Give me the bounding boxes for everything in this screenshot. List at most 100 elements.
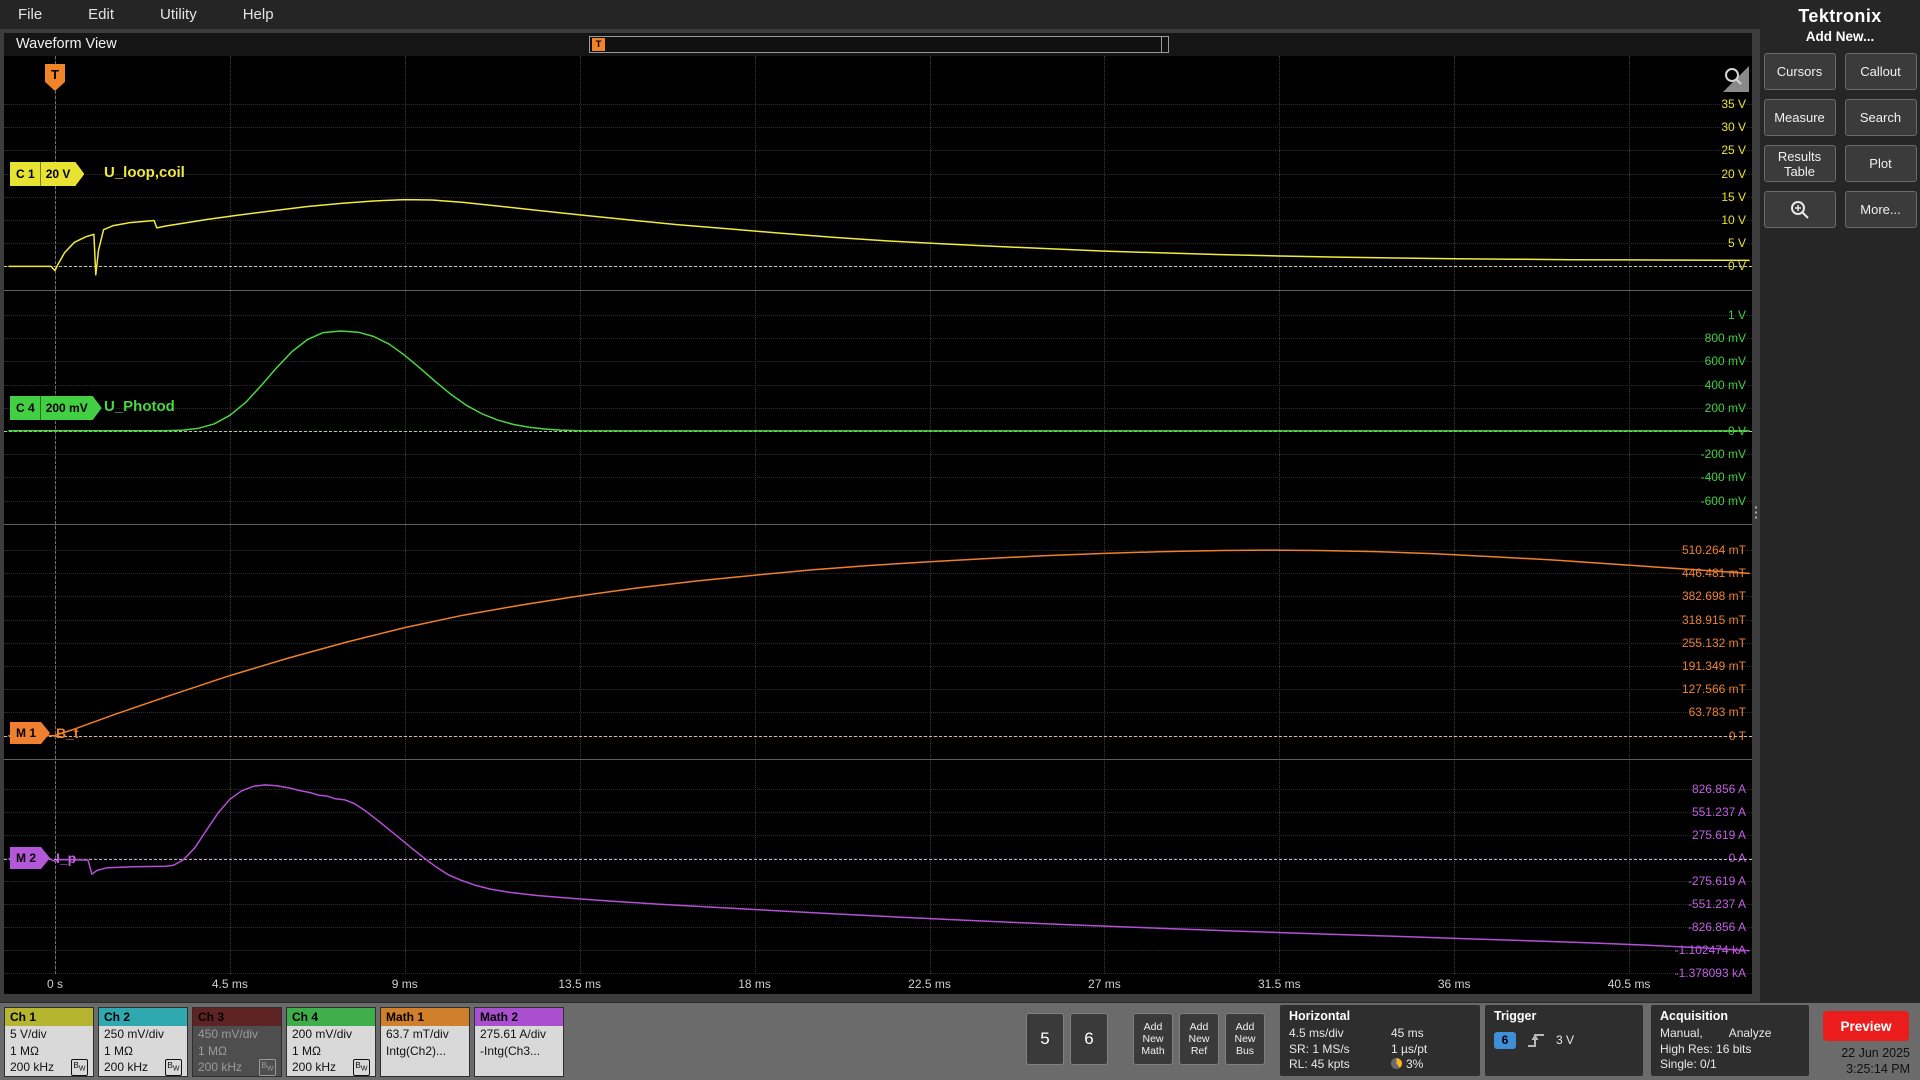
channel-badge-ch1[interactable]: Ch 15 V/div 1 MΩ 200 kHz BW: [4, 1007, 94, 1077]
menu-bar: File Edit Utility Help: [0, 0, 1760, 29]
badge-setting-row: -Intg(Ch3...: [475, 1043, 563, 1060]
channel-badge-math1[interactable]: Math 1 63.7 mT/div Intg(Ch2)...: [380, 1007, 470, 1077]
math2-id: M 2: [16, 851, 37, 865]
badge-setting-row: Intg(Ch2)...: [381, 1043, 469, 1060]
channel4-scale-badge[interactable]: C 4 200 mV: [10, 396, 102, 420]
badge-value: 1 MΩ: [292, 1043, 321, 1058]
channel-badge-ch4[interactable]: Ch 4 200 mV/div 1 MΩ 200 kHz BW: [286, 1007, 376, 1077]
magnifier-plus-icon: [1790, 200, 1809, 219]
channel-badge-strip: Ch 15 V/div 1 MΩ 200 kHz BW Ch 2 250 mV/div 1 …: [4, 1007, 564, 1077]
add-new-measure-button[interactable]: Measure: [1763, 99, 1836, 136]
badge-value: 275.61 A/div: [480, 1027, 547, 1041]
badge-value: 200 mV/div: [292, 1027, 353, 1041]
add-new-title: Add New...: [1805, 29, 1875, 44]
add-new-plot-button[interactable]: Plot: [1844, 145, 1917, 182]
badge-setting-row: 200 kHz BW: [193, 1059, 281, 1076]
badge-value: 5 V/div: [10, 1027, 47, 1041]
add-new-results-table-button[interactable]: Results Table: [1763, 145, 1836, 182]
preview-button[interactable]: Preview: [1823, 1011, 1909, 1041]
waveform-view-header: Waveform View T: [4, 33, 1752, 56]
badge-value: 1 MΩ: [10, 1043, 39, 1058]
badge-value: 250 mV/div: [104, 1027, 165, 1041]
channel1-waveform-label: U_loop,coil: [104, 164, 185, 181]
bottom-bar: Ch 15 V/div 1 MΩ 200 kHz BW Ch 2 250 mV/div 1 …: [0, 1002, 1920, 1080]
menu-file[interactable]: File: [18, 6, 42, 23]
add-new-button-grid: Cursors Callout Measure Search Results Table…: [1760, 53, 1920, 228]
datetime-display: 22 Jun 2025 3:25:14 PM: [1798, 1045, 1910, 1077]
channel-badge-label: Ch 4: [287, 1008, 375, 1026]
math1-id: M 1: [16, 726, 37, 740]
acquisition-mode: Manual,: [1660, 1026, 1703, 1040]
tektronix-logo: Tektronix: [1798, 6, 1882, 26]
math2-waveform-label: I_p: [56, 850, 77, 866]
badge-setting-row: 200 kHz BW: [5, 1059, 93, 1076]
acquisition-settings-panel[interactable]: Acquisition Manual, Analyze High Res: 16…: [1651, 1005, 1809, 1076]
badge-value: 63.7 mT/div: [386, 1027, 449, 1041]
channel-badge-label: Ch 2: [99, 1008, 187, 1026]
menu-help[interactable]: Help: [243, 6, 274, 23]
horizontal-settings-panel[interactable]: Horizontal 4.5 ms/div 45 ms SR: 1 MS/s 1 µ…: [1280, 1005, 1480, 1076]
add-new-bus-button[interactable]: Add New Bus: [1225, 1013, 1265, 1065]
badge-setting-row: 63.7 mT/div: [381, 1026, 469, 1043]
trigger-source-badge[interactable]: 6: [1494, 1031, 1516, 1049]
math1-waveform-label: B_t: [56, 725, 79, 741]
more-button[interactable]: More...: [1844, 191, 1917, 228]
badge-setting-row: 1 MΩ: [193, 1043, 281, 1060]
add-new-callout-button[interactable]: Callout: [1844, 53, 1917, 90]
badge-value: 1 MΩ: [104, 1043, 133, 1058]
ref-slot-button-5[interactable]: 5: [1026, 1013, 1064, 1065]
channel1-scale: 20 V: [45, 167, 71, 181]
add-new-ref-button[interactable]: Add New Ref: [1179, 1013, 1219, 1065]
channel-badge-label: Math 2: [475, 1008, 563, 1026]
acquisition-resolution: High Res: 16 bits: [1660, 1041, 1752, 1056]
waveform-view-tab[interactable]: Waveform View: [16, 36, 117, 52]
channel1-scale-badge[interactable]: C 1 20 V: [10, 162, 84, 186]
badge-setting-row: 1 MΩ: [5, 1043, 93, 1060]
horizontal-pan-strip[interactable]: T: [589, 36, 1169, 53]
acquisition-title: Acquisition: [1660, 1009, 1729, 1023]
compression-value: 3%: [1391, 1057, 1423, 1073]
plot-area[interactable]: 35 V 30 V 25 V 20 V 15 V 10 V5 V0 V1 V 800 mV 6…: [4, 56, 1752, 994]
sample-rate: SR: 1 MS/s: [1289, 1041, 1350, 1056]
badge-setting-row: 200 kHz BW: [287, 1059, 375, 1076]
zoom-corner-icon[interactable]: [1719, 66, 1749, 97]
add-new-search-button[interactable]: Search: [1844, 99, 1917, 136]
time-label: 3:25:14 PM: [1846, 1062, 1910, 1076]
badge-setting-row: 5 V/div: [5, 1026, 93, 1043]
badge-value: 200 kHz: [292, 1060, 337, 1075]
bandwidth-icon: BW: [352, 1059, 370, 1076]
zoom-tool-button[interactable]: [1763, 191, 1836, 228]
bandwidth-icon: BW: [164, 1059, 182, 1076]
menu-edit[interactable]: Edit: [88, 6, 114, 23]
date-label: 22 Jun 2025: [1841, 1046, 1910, 1060]
badge-value: 450 mV/div: [198, 1027, 259, 1041]
bandwidth-icon: BW: [258, 1059, 276, 1076]
badge-value: 1 MΩ: [198, 1043, 227, 1058]
trigger-position-marker[interactable]: T: [592, 38, 605, 51]
waveform-traces: [8, 198, 1750, 952]
add-new-waveform-buttons: Add New Math Add New Ref Add New Bus: [1133, 1013, 1265, 1065]
add-new-cursors-button[interactable]: Cursors: [1763, 53, 1836, 90]
compression-gauge-icon: [1391, 1058, 1402, 1069]
horizontal-scale: 4.5 ms/div: [1289, 1026, 1344, 1040]
horizontal-title: Horizontal: [1289, 1009, 1351, 1023]
badge-value: 200 kHz: [10, 1060, 55, 1075]
badge-divider: [40, 162, 41, 186]
channel-badge-ch3[interactable]: Ch 3 450 mV/div 1 MΩ 200 kHz BW: [192, 1007, 282, 1077]
add-new-math-button[interactable]: Add New Math: [1133, 1013, 1173, 1065]
badge-setting-row: 200 kHz BW: [99, 1059, 187, 1076]
channel-badge-label: Math 1: [381, 1008, 469, 1026]
menu-utility[interactable]: Utility: [160, 6, 197, 23]
bandwidth-icon: BW: [70, 1059, 88, 1076]
channel-badge-ch2[interactable]: Ch 2 250 mV/div 1 MΩ 200 kHz BW: [98, 1007, 188, 1077]
trace-ch1: [8, 198, 1750, 276]
ref-slot-button-6[interactable]: 6: [1070, 1013, 1108, 1065]
badge-setting-row: 275.61 A/div: [475, 1026, 563, 1043]
channel-badge-math2[interactable]: Math 2 275.61 A/div -Intg(Ch3...: [474, 1007, 564, 1077]
badge-value: Intg(Ch2)...: [386, 1043, 447, 1058]
trigger-level: 3 V: [1556, 1033, 1575, 1047]
horizontal-span: 45 ms: [1391, 1026, 1424, 1040]
panel-splitter-handle[interactable]: ⋮: [1749, 495, 1764, 529]
ref-slot-buttons: 56: [1026, 1013, 1108, 1065]
trigger-settings-panel[interactable]: Trigger 6 3 V: [1485, 1005, 1643, 1076]
